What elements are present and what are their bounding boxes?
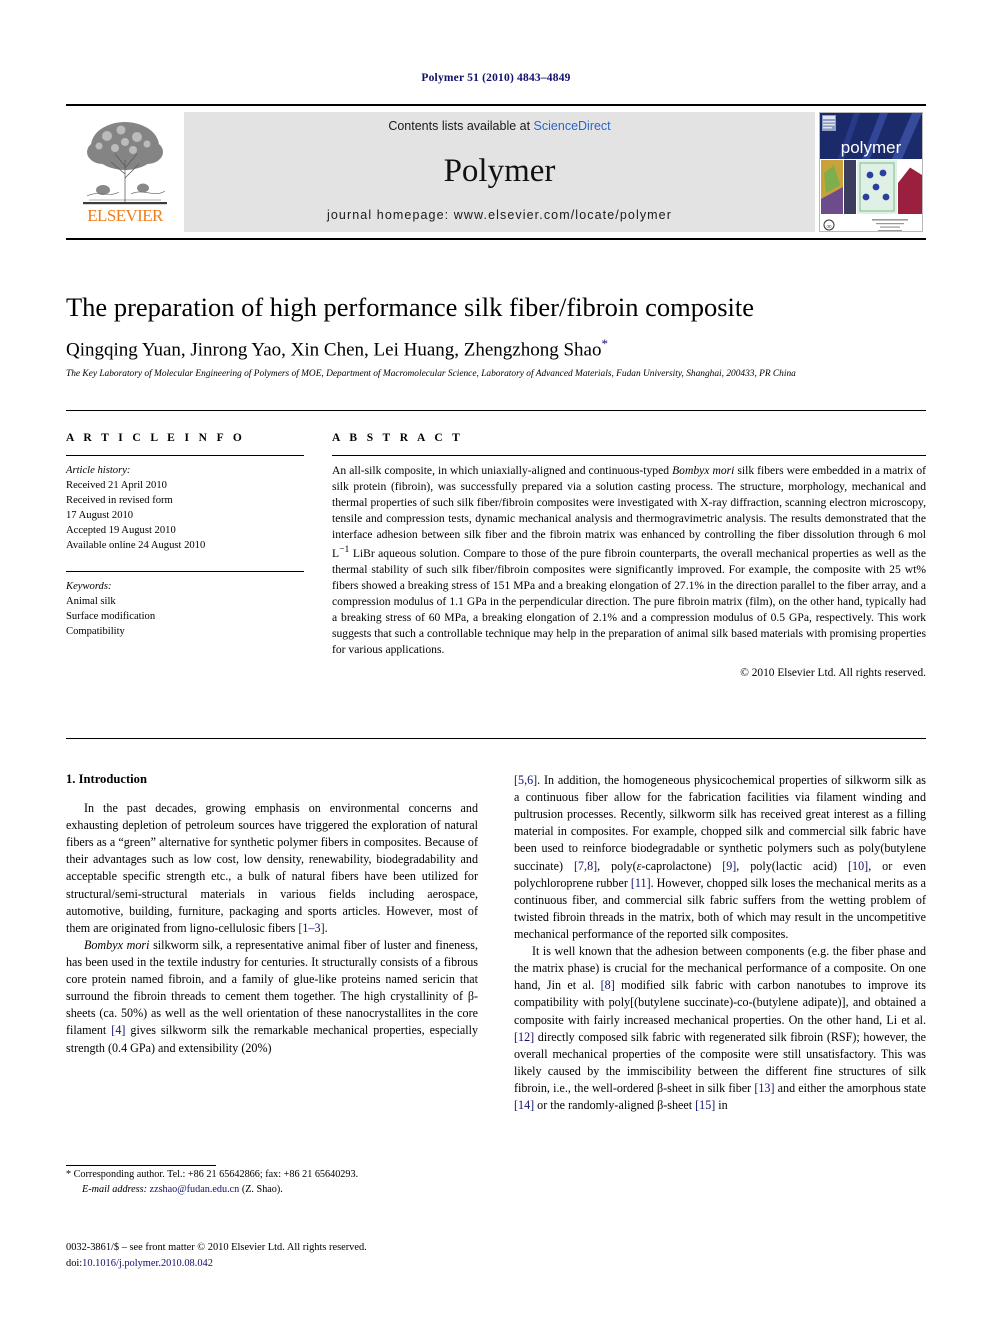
journal-title: Polymer — [443, 152, 556, 189]
intro-p3-text-d: , poly(lactic acid) — [736, 858, 849, 873]
citation-15[interactable]: [15] — [695, 1098, 715, 1112]
abstract-part-1: An all-silk composite, in which uniaxial… — [332, 464, 673, 477]
citation-4[interactable]: [4] — [111, 1023, 125, 1037]
citation-12[interactable]: [12] — [514, 1030, 534, 1044]
contents-prefix: Contents lists available at — [388, 119, 534, 133]
issn-doi-block: 0032-3861/$ – see front matter © 2010 El… — [66, 1240, 526, 1271]
article-info-heading: A R T I C L E I N F O — [66, 432, 246, 444]
citation-1-3[interactable]: [1–3] — [298, 921, 324, 935]
citation-8[interactable]: [8] — [601, 978, 615, 992]
affiliation: The Key Laboratory of Molecular Engineer… — [66, 369, 796, 379]
intro-p4-text-f: in — [715, 1098, 728, 1113]
elsevier-tree-icon — [73, 112, 177, 208]
citation-7-8[interactable]: [7,8] — [574, 859, 597, 873]
abstract-part-3: LiBr aqueous solution. Compare to those … — [332, 546, 926, 656]
footnote-divider — [66, 1165, 216, 1166]
keywords-label: Keywords: — [66, 581, 112, 593]
column-gutter — [304, 432, 332, 679]
body-column-left: 1. Introduction In the past decades, gro… — [66, 772, 478, 1114]
abstract-text: An all-silk composite, in which uniaxial… — [332, 463, 926, 658]
email-label: E-mail address: — [82, 1183, 147, 1195]
intro-paragraph-4: It is well known that the adhesion betwe… — [514, 943, 926, 1114]
journal-header-band: ELSEVIER Contents lists available at Sci… — [66, 104, 926, 240]
citation-14[interactable]: [14] — [514, 1098, 534, 1112]
citation-13[interactable]: [13] — [754, 1081, 774, 1095]
abstract-heading: A B S T R A C T — [332, 432, 464, 444]
history-item-2: 17 August 2010 — [66, 510, 134, 522]
citation-9[interactable]: [9] — [722, 859, 736, 873]
abstract-rule — [332, 455, 926, 456]
citation-10[interactable]: [10] — [848, 859, 868, 873]
divider-below-abstract — [66, 738, 926, 739]
elsevier-logo: ELSEVIER — [66, 106, 184, 238]
intro-paragraph-3: [5,6]. In addition, the homogeneous phys… — [514, 772, 926, 943]
intro-paragraph-2: Bombyx mori silkworm silk, a representat… — [66, 937, 478, 1057]
doi-label: doi: — [66, 1257, 83, 1269]
running-head: Polymer 51 (2010) 4843–4849 — [421, 72, 571, 84]
corresponding-author-text: Corresponding author. Tel.: +86 21 65642… — [71, 1169, 359, 1180]
article-history-label: Article history: — [66, 465, 131, 476]
section-heading-introduction: 1. Introduction — [66, 772, 147, 786]
corresponding-author-marker: * — [601, 336, 608, 351]
history-item-4: Available online 24 August 2010 — [66, 540, 206, 552]
abstract-column: A B S T R A C T An all-silk composite, i… — [332, 432, 926, 679]
journal-center-band: Contents lists available at ScienceDirec… — [184, 112, 815, 232]
keywords-rule — [66, 571, 304, 573]
cover-art-icon: polymer ∞ — [820, 113, 922, 231]
intro-p3-text-b: , poly( — [597, 858, 637, 873]
keyword-2: Compatibility — [66, 626, 125, 638]
email-suffix: (Z. Shao). — [239, 1183, 283, 1195]
author-list: Qingqing Yuan, Jinrong Yao, Xin Chen, Le… — [66, 336, 926, 361]
citation-11[interactable]: [11] — [631, 876, 651, 890]
paper-page: Polymer 51 (2010) 4843–4849 ELSEVIER Con… — [0, 0, 992, 1323]
journal-homepage-link[interactable]: journal homepage: www.elsevier.com/locat… — [327, 208, 672, 222]
body-column-right: [5,6]. In addition, the homogeneous phys… — [514, 772, 926, 1114]
footnote-block: * Corresponding author. Tel.: +86 21 656… — [66, 1168, 478, 1198]
citation-5-6[interactable]: [5,6] — [514, 773, 537, 787]
journal-cover-thumbnail: polymer ∞ — [819, 112, 923, 232]
history-item-1: Received in revised form — [66, 495, 173, 507]
abstract-superscript: −1 — [339, 543, 350, 555]
contents-available-line: Contents lists available at ScienceDirec… — [388, 119, 610, 133]
body-columns: 1. Introduction In the past decades, gro… — [66, 772, 926, 1114]
email-note: E-mail address: zzshao@fudan.edu.cn (Z. … — [66, 1183, 478, 1198]
svg-text:∞: ∞ — [827, 223, 832, 231]
history-item-3: Accepted 19 August 2010 — [66, 525, 176, 537]
abstract-species-italic: Bombyx mori — [672, 464, 735, 477]
intro-paragraph-1: In the past decades, growing emphasis on… — [66, 800, 478, 937]
corresponding-author-note: * Corresponding author. Tel.: +86 21 656… — [66, 1168, 478, 1183]
issn-line: 0032-3861/$ – see front matter © 2010 El… — [66, 1242, 367, 1253]
abstract-part-2: silk fibers were embedded in a matrix of… — [332, 464, 926, 560]
intro-p1-text: In the past decades, growing emphasis on… — [66, 801, 478, 935]
doi-line: doi:10.1016/j.polymer.2010.08.042 — [66, 1256, 526, 1272]
abstract-copyright: © 2010 Elsevier Ltd. All rights reserved… — [740, 666, 926, 679]
article-info-column: A R T I C L E I N F O Article history: R… — [66, 432, 304, 679]
sciencedirect-link[interactable]: ScienceDirect — [534, 119, 611, 133]
intro-p1-tail: . — [324, 920, 328, 935]
keywords-block: Keywords: Animal silk Surface modificati… — [66, 579, 304, 639]
email-link[interactable]: zzshao@fudan.edu.cn — [150, 1184, 240, 1195]
svg-text:polymer: polymer — [841, 138, 902, 157]
body-gutter — [478, 772, 514, 1114]
intro-p2-species-italic: Bombyx mori — [84, 937, 150, 952]
article-history-block: Article history: Received 21 April 2010 … — [66, 463, 304, 553]
intro-p4-text-e: or the randomly-aligned β-sheet — [534, 1098, 696, 1113]
elsevier-wordmark: ELSEVIER — [87, 206, 163, 225]
page-title: The preparation of high performance silk… — [66, 292, 755, 322]
history-item-0: Received 21 April 2010 — [66, 480, 167, 492]
intro-p3-text-c: -caprolactone) — [641, 858, 723, 873]
info-abstract-region: A R T I C L E I N F O Article history: R… — [66, 432, 926, 679]
doi-link[interactable]: 10.1016/j.polymer.2010.08.042 — [82, 1258, 213, 1269]
keyword-1: Surface modification — [66, 611, 156, 623]
keyword-0: Animal silk — [66, 596, 116, 608]
authors-names: Qingqing Yuan, Jinrong Yao, Xin Chen, Le… — [66, 339, 602, 361]
intro-p4-text-d: and either the amorphous state — [774, 1080, 926, 1095]
article-info-rule — [66, 455, 304, 456]
divider-above-abstract — [66, 410, 926, 411]
intro-p2-tail: gives silkworm silk the remarkable mecha… — [66, 1023, 478, 1055]
